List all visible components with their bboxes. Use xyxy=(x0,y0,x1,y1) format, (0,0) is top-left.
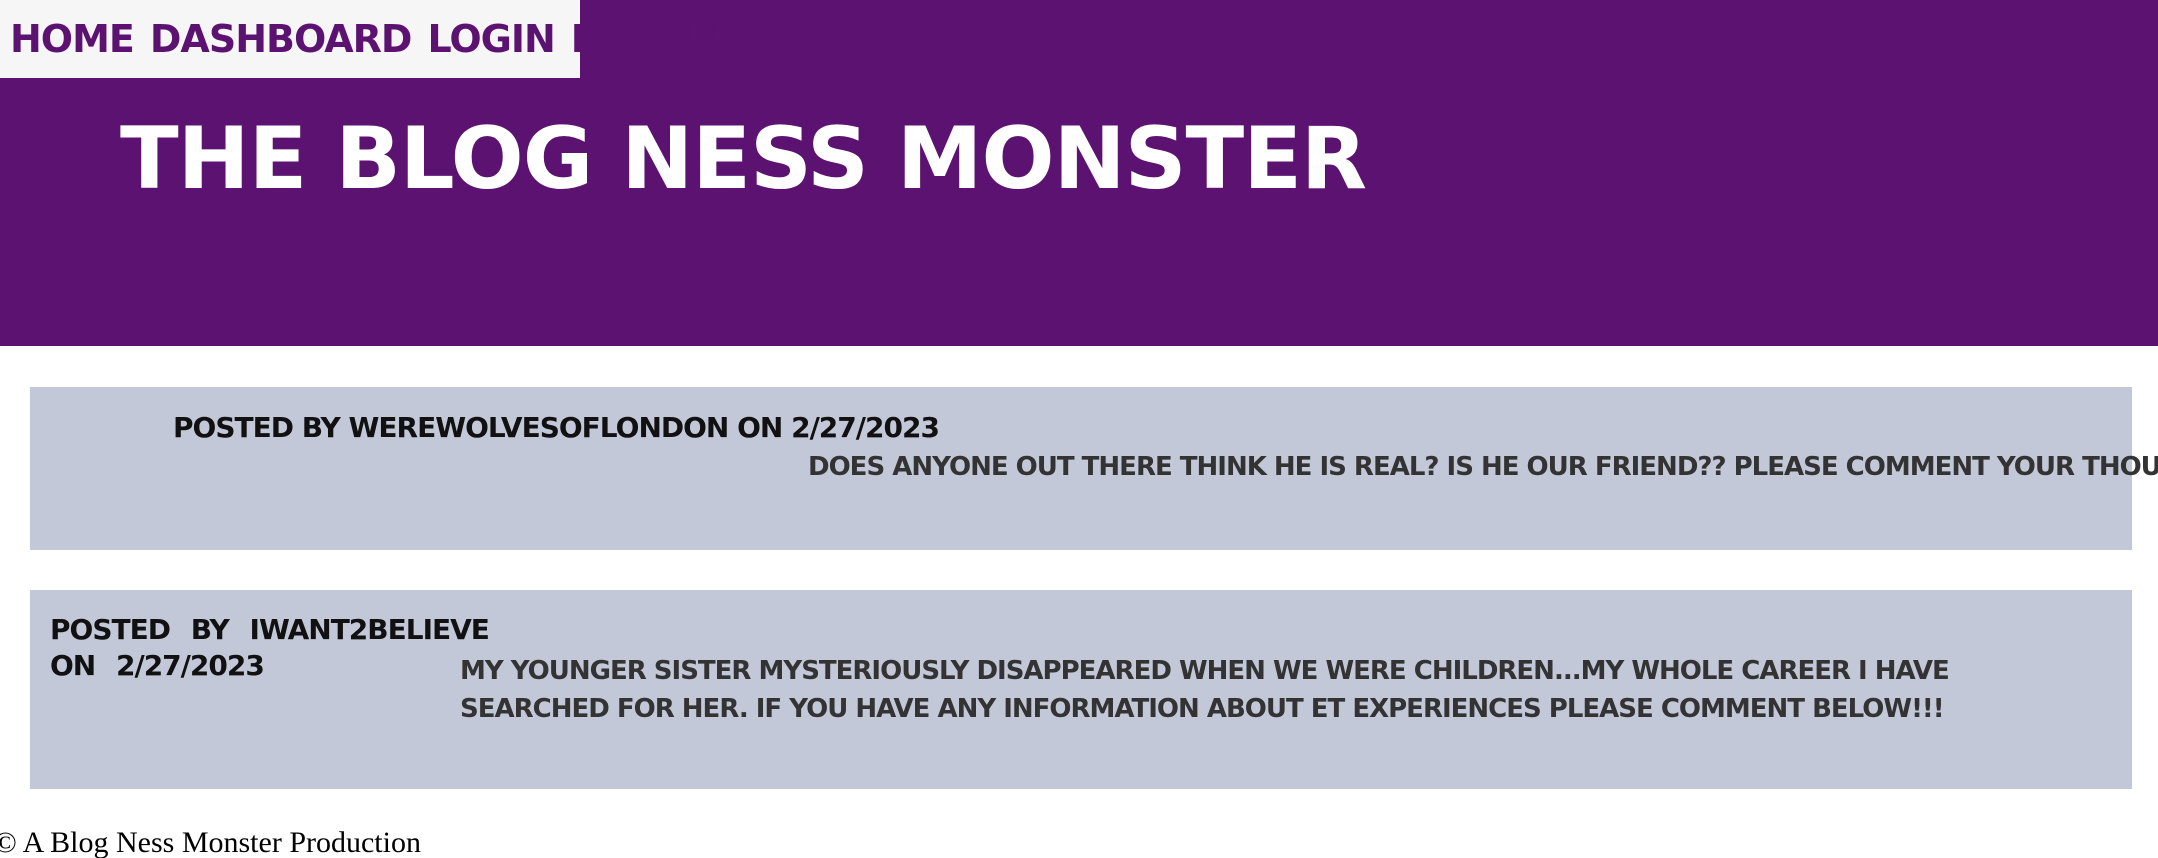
nav-home-link[interactable]: HOME xyxy=(10,20,135,58)
post-card[interactable]: POSTED BY IWANT2BELIEVE ON 2/27/2023 MY … xyxy=(30,590,2132,789)
post-content: MY YOUNGER SISTER MYSTERIOUSLY DISAPPEAR… xyxy=(460,656,1950,724)
site-header: HOME DASHBOARD LOGIN LOGOUT THE BLOG NES… xyxy=(0,0,2158,346)
post-author: POSTED BY IWANT2BELIEVE xyxy=(50,613,490,646)
site-title: THE BLOG NESS MONSTER xyxy=(120,109,1367,209)
post-date: ON 2/27/2023 xyxy=(50,649,265,683)
post-meta: POSTED BY WEREWOLVESOFLONDON ON 2/27/202… xyxy=(173,411,940,444)
site-footer: © A Blog Ness Monster Production xyxy=(0,826,421,858)
main-nav: HOME DASHBOARD LOGIN LOGOUT xyxy=(0,0,741,78)
nav-dashboard-link[interactable]: DASHBOARD xyxy=(150,20,413,58)
post-card[interactable]: POSTED BY WEREWOLVESOFLONDON ON 2/27/202… xyxy=(30,387,2158,550)
post-content: DOES ANYONE OUT THERE THINK HE IS REAL? … xyxy=(808,452,2158,482)
nav-logout-link[interactable]: LOGOUT xyxy=(571,20,741,58)
nav-login-link[interactable]: LOGIN xyxy=(427,20,555,58)
post-meta: POSTED BY IWANT2BELIEVE ON 2/27/2023 xyxy=(50,612,490,685)
